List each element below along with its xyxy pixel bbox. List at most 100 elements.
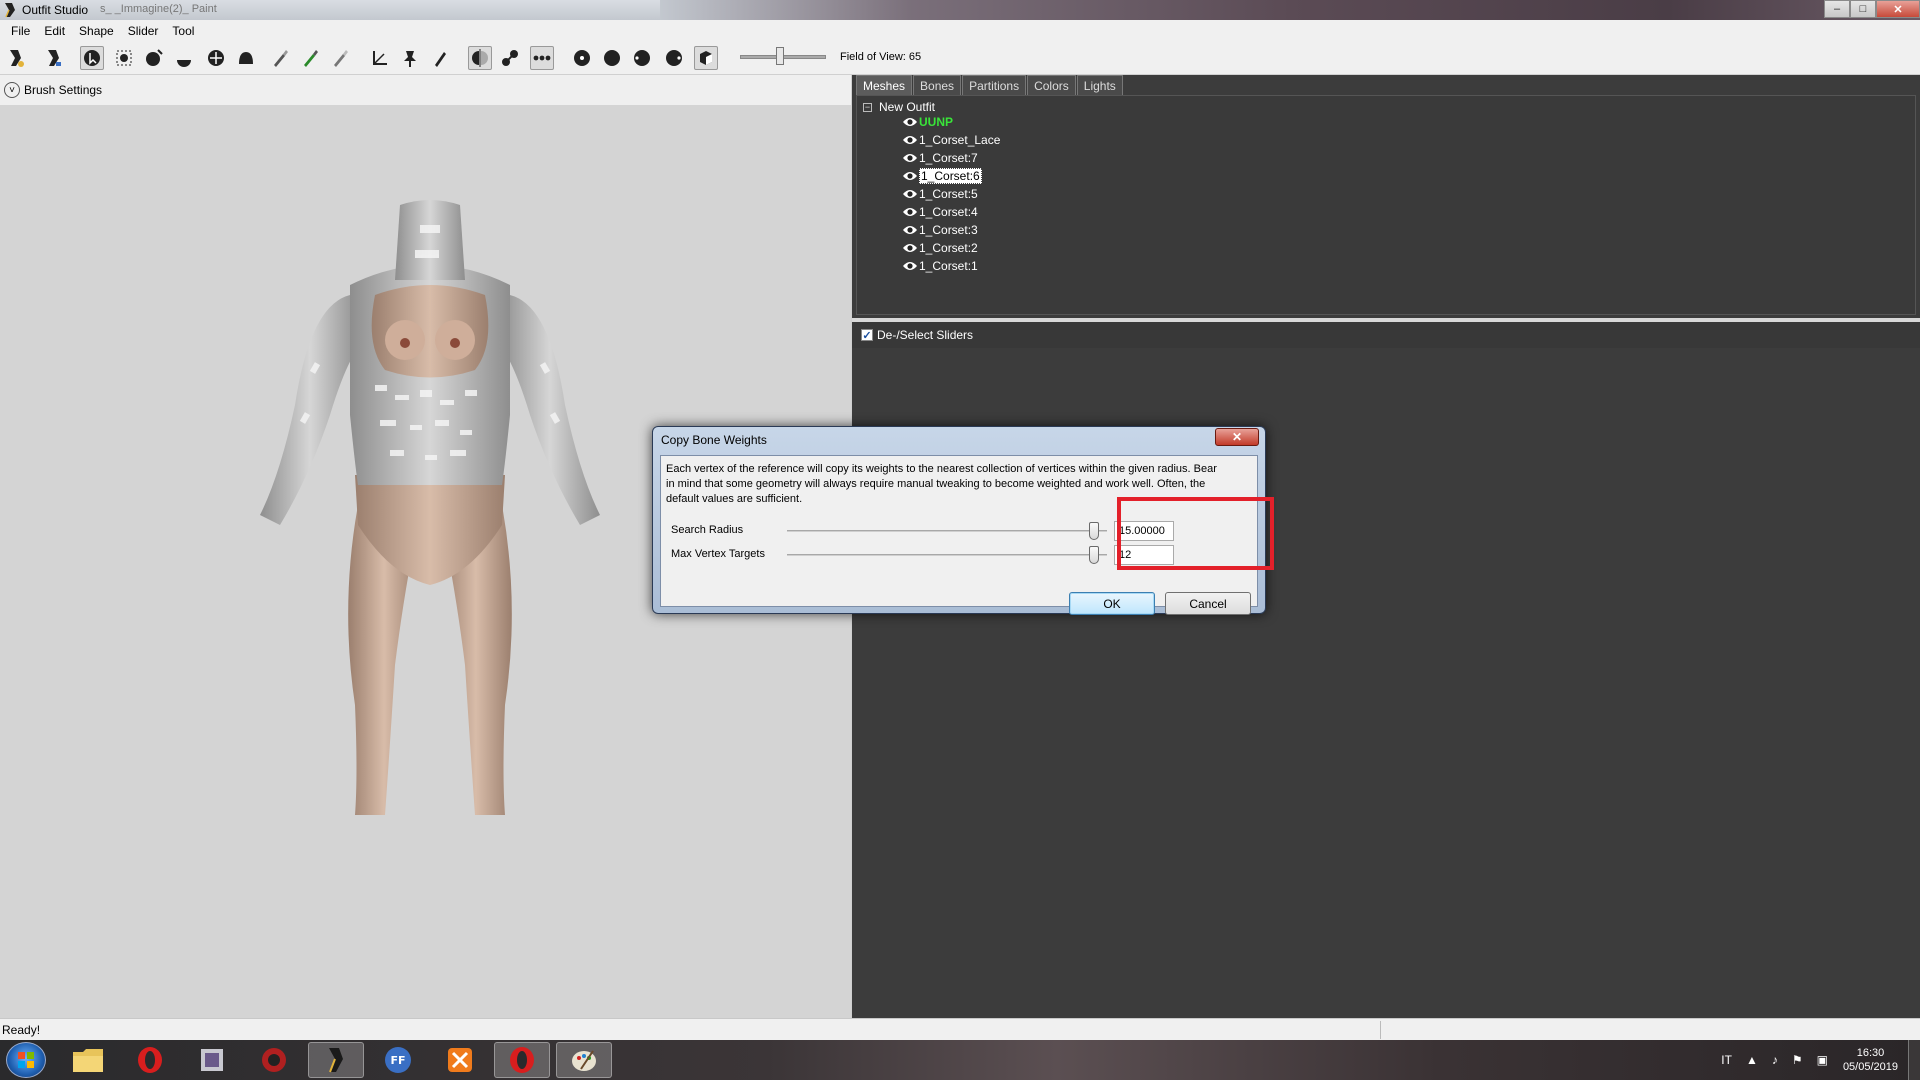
status-text: Ready! bbox=[2, 1022, 41, 1037]
select-tool-button[interactable] bbox=[80, 46, 104, 70]
tab-lights[interactable]: Lights bbox=[1076, 75, 1123, 95]
inflate-tool-button[interactable] bbox=[142, 46, 166, 70]
collapse-icon[interactable]: − bbox=[863, 102, 872, 112]
load-outfit-button[interactable] bbox=[42, 46, 66, 70]
outfit-3d-model[interactable] bbox=[240, 185, 620, 825]
taskbar-opera[interactable] bbox=[122, 1042, 178, 1078]
deflate-tool-button[interactable] bbox=[172, 46, 196, 70]
eye-icon[interactable] bbox=[902, 152, 918, 164]
mask-tool-button[interactable] bbox=[112, 46, 136, 70]
tree-item-corset-7[interactable]: 1_Corset:7 bbox=[902, 150, 978, 166]
tree-item-corset-6[interactable]: 1_Corset:6 bbox=[902, 168, 982, 184]
color-paint-button[interactable] bbox=[298, 46, 322, 70]
taskbar-ffdec[interactable]: FF bbox=[370, 1042, 426, 1078]
max-vertex-slider-thumb[interactable] bbox=[1089, 546, 1099, 564]
select-sliders-checkbox[interactable]: ✓ bbox=[861, 329, 873, 342]
tab-bones[interactable]: Bones bbox=[913, 75, 962, 95]
volume-icon[interactable]: ♪ bbox=[1772, 1053, 1778, 1067]
eye-icon[interactable] bbox=[902, 224, 918, 236]
taskbar: FF IT ▲ ♪ ⚑ ▣ 16:30 05/05/2019 bbox=[0, 1040, 1920, 1080]
search-radius-slider-thumb[interactable] bbox=[1089, 522, 1099, 540]
wireframe-toggle-button[interactable] bbox=[570, 46, 594, 70]
language-indicator[interactable]: IT bbox=[1721, 1053, 1732, 1067]
tree-item-corset-2[interactable]: 1_Corset:2 bbox=[902, 240, 978, 256]
pen-icon bbox=[435, 52, 446, 67]
sliders-header: ✓ De-/Select Sliders bbox=[852, 322, 1920, 348]
menu-edit[interactable]: Edit bbox=[37, 24, 72, 38]
move-tool-button[interactable] bbox=[204, 46, 228, 70]
brush-settings-header[interactable]: ˅ Brush Settings bbox=[0, 75, 852, 105]
taskbar-explorer[interactable] bbox=[60, 1042, 116, 1078]
menu-tool[interactable]: Tool bbox=[165, 24, 201, 38]
tab-meshes[interactable]: Meshes bbox=[856, 75, 913, 95]
menu-file[interactable]: File bbox=[4, 24, 37, 38]
action-center-flag-icon[interactable]: ⚑ bbox=[1792, 1053, 1803, 1067]
pivot-tool-button[interactable] bbox=[398, 46, 422, 70]
arrow-cursor-icon bbox=[84, 50, 100, 66]
opera-icon bbox=[138, 1047, 162, 1073]
taskbar-media-app[interactable] bbox=[184, 1042, 240, 1078]
start-button[interactable] bbox=[6, 1042, 46, 1078]
tree-item-label: 1_Corset:6 bbox=[919, 168, 982, 184]
tree-item-corset-3[interactable]: 1_Corset:3 bbox=[902, 222, 978, 238]
sphere-icon bbox=[604, 50, 620, 66]
texture-toggle-button[interactable] bbox=[662, 46, 686, 70]
tree-item-corset-5[interactable]: 1_Corset:5 bbox=[902, 186, 978, 202]
tree-item-corset-1[interactable]: 1_Corset:1 bbox=[902, 258, 978, 274]
chevron-down-icon[interactable]: ˅ bbox=[4, 82, 20, 98]
bounding-box-button[interactable] bbox=[694, 46, 718, 70]
transform-tool-button[interactable] bbox=[368, 46, 392, 70]
cube-icon bbox=[700, 51, 712, 65]
lighting-toggle-button[interactable] bbox=[600, 46, 624, 70]
panel-tabs: Meshes Bones Partitions Colors Lights bbox=[856, 75, 1124, 95]
show-desktop-button[interactable] bbox=[1908, 1040, 1920, 1080]
network-icon[interactable]: ▣ bbox=[1817, 1053, 1828, 1067]
menu-shape[interactable]: Shape bbox=[72, 24, 121, 38]
mirror-toggle-button[interactable] bbox=[468, 46, 492, 70]
load-reference-button[interactable] bbox=[4, 46, 28, 70]
search-radius-slider[interactable] bbox=[787, 530, 1107, 532]
taskbar-game-app[interactable] bbox=[246, 1042, 302, 1078]
taskbar-paint[interactable] bbox=[556, 1042, 612, 1078]
max-vertex-slider[interactable] bbox=[787, 554, 1107, 556]
vertex-edit-button[interactable] bbox=[428, 46, 452, 70]
tree-root-label: New Outfit bbox=[879, 100, 936, 114]
smooth-tool-button[interactable] bbox=[234, 46, 258, 70]
tree-item-corset-lace[interactable]: 1_Corset_Lace bbox=[902, 132, 1000, 148]
taskbar-xampp[interactable] bbox=[432, 1042, 488, 1078]
points-toggle-button[interactable] bbox=[630, 46, 654, 70]
window-controls: – □ ✕ bbox=[1824, 0, 1920, 18]
tree-item-corset-4[interactable]: 1_Corset:4 bbox=[902, 204, 978, 220]
tree-root[interactable]: − New Outfit bbox=[863, 100, 935, 114]
close-button[interactable]: ✕ bbox=[1876, 0, 1920, 18]
eye-icon[interactable] bbox=[902, 260, 918, 272]
alpha-paint-button[interactable] bbox=[328, 46, 352, 70]
minimize-button[interactable]: – bbox=[1824, 0, 1850, 18]
eye-icon[interactable] bbox=[902, 206, 918, 218]
tree-item-label: 1_Corset:5 bbox=[919, 187, 978, 201]
taskbar-opera-active[interactable] bbox=[494, 1042, 550, 1078]
eye-icon[interactable] bbox=[902, 242, 918, 254]
eye-icon[interactable] bbox=[902, 116, 918, 128]
sphere-dot-icon bbox=[574, 50, 590, 66]
show-hidden-icons-icon[interactable]: ▲ bbox=[1746, 1053, 1758, 1067]
eye-icon[interactable] bbox=[902, 188, 918, 200]
dialog-close-button[interactable]: ✕ bbox=[1215, 428, 1259, 446]
taskbar-outfit-studio[interactable] bbox=[308, 1042, 364, 1078]
eye-icon[interactable] bbox=[902, 134, 918, 146]
tree-item-label: 1_Corset:2 bbox=[919, 241, 978, 255]
ok-button[interactable]: OK bbox=[1069, 592, 1155, 615]
maximize-button[interactable]: □ bbox=[1850, 0, 1876, 18]
xray-toggle-button[interactable] bbox=[530, 46, 554, 70]
cancel-button[interactable]: Cancel bbox=[1165, 592, 1251, 615]
outfit-studio-icon bbox=[329, 1048, 343, 1073]
clock[interactable]: 16:30 05/05/2019 bbox=[1843, 1046, 1898, 1074]
tab-partitions[interactable]: Partitions bbox=[962, 75, 1027, 95]
connected-only-button[interactable] bbox=[498, 46, 522, 70]
eye-icon[interactable] bbox=[902, 170, 918, 182]
tab-colors[interactable]: Colors bbox=[1027, 75, 1076, 95]
menu-slider[interactable]: Slider bbox=[121, 24, 166, 38]
weight-paint-button[interactable] bbox=[268, 46, 292, 70]
tree-item-uunp[interactable]: UUNP bbox=[902, 114, 953, 130]
field-of-view-slider-thumb[interactable] bbox=[776, 47, 784, 65]
